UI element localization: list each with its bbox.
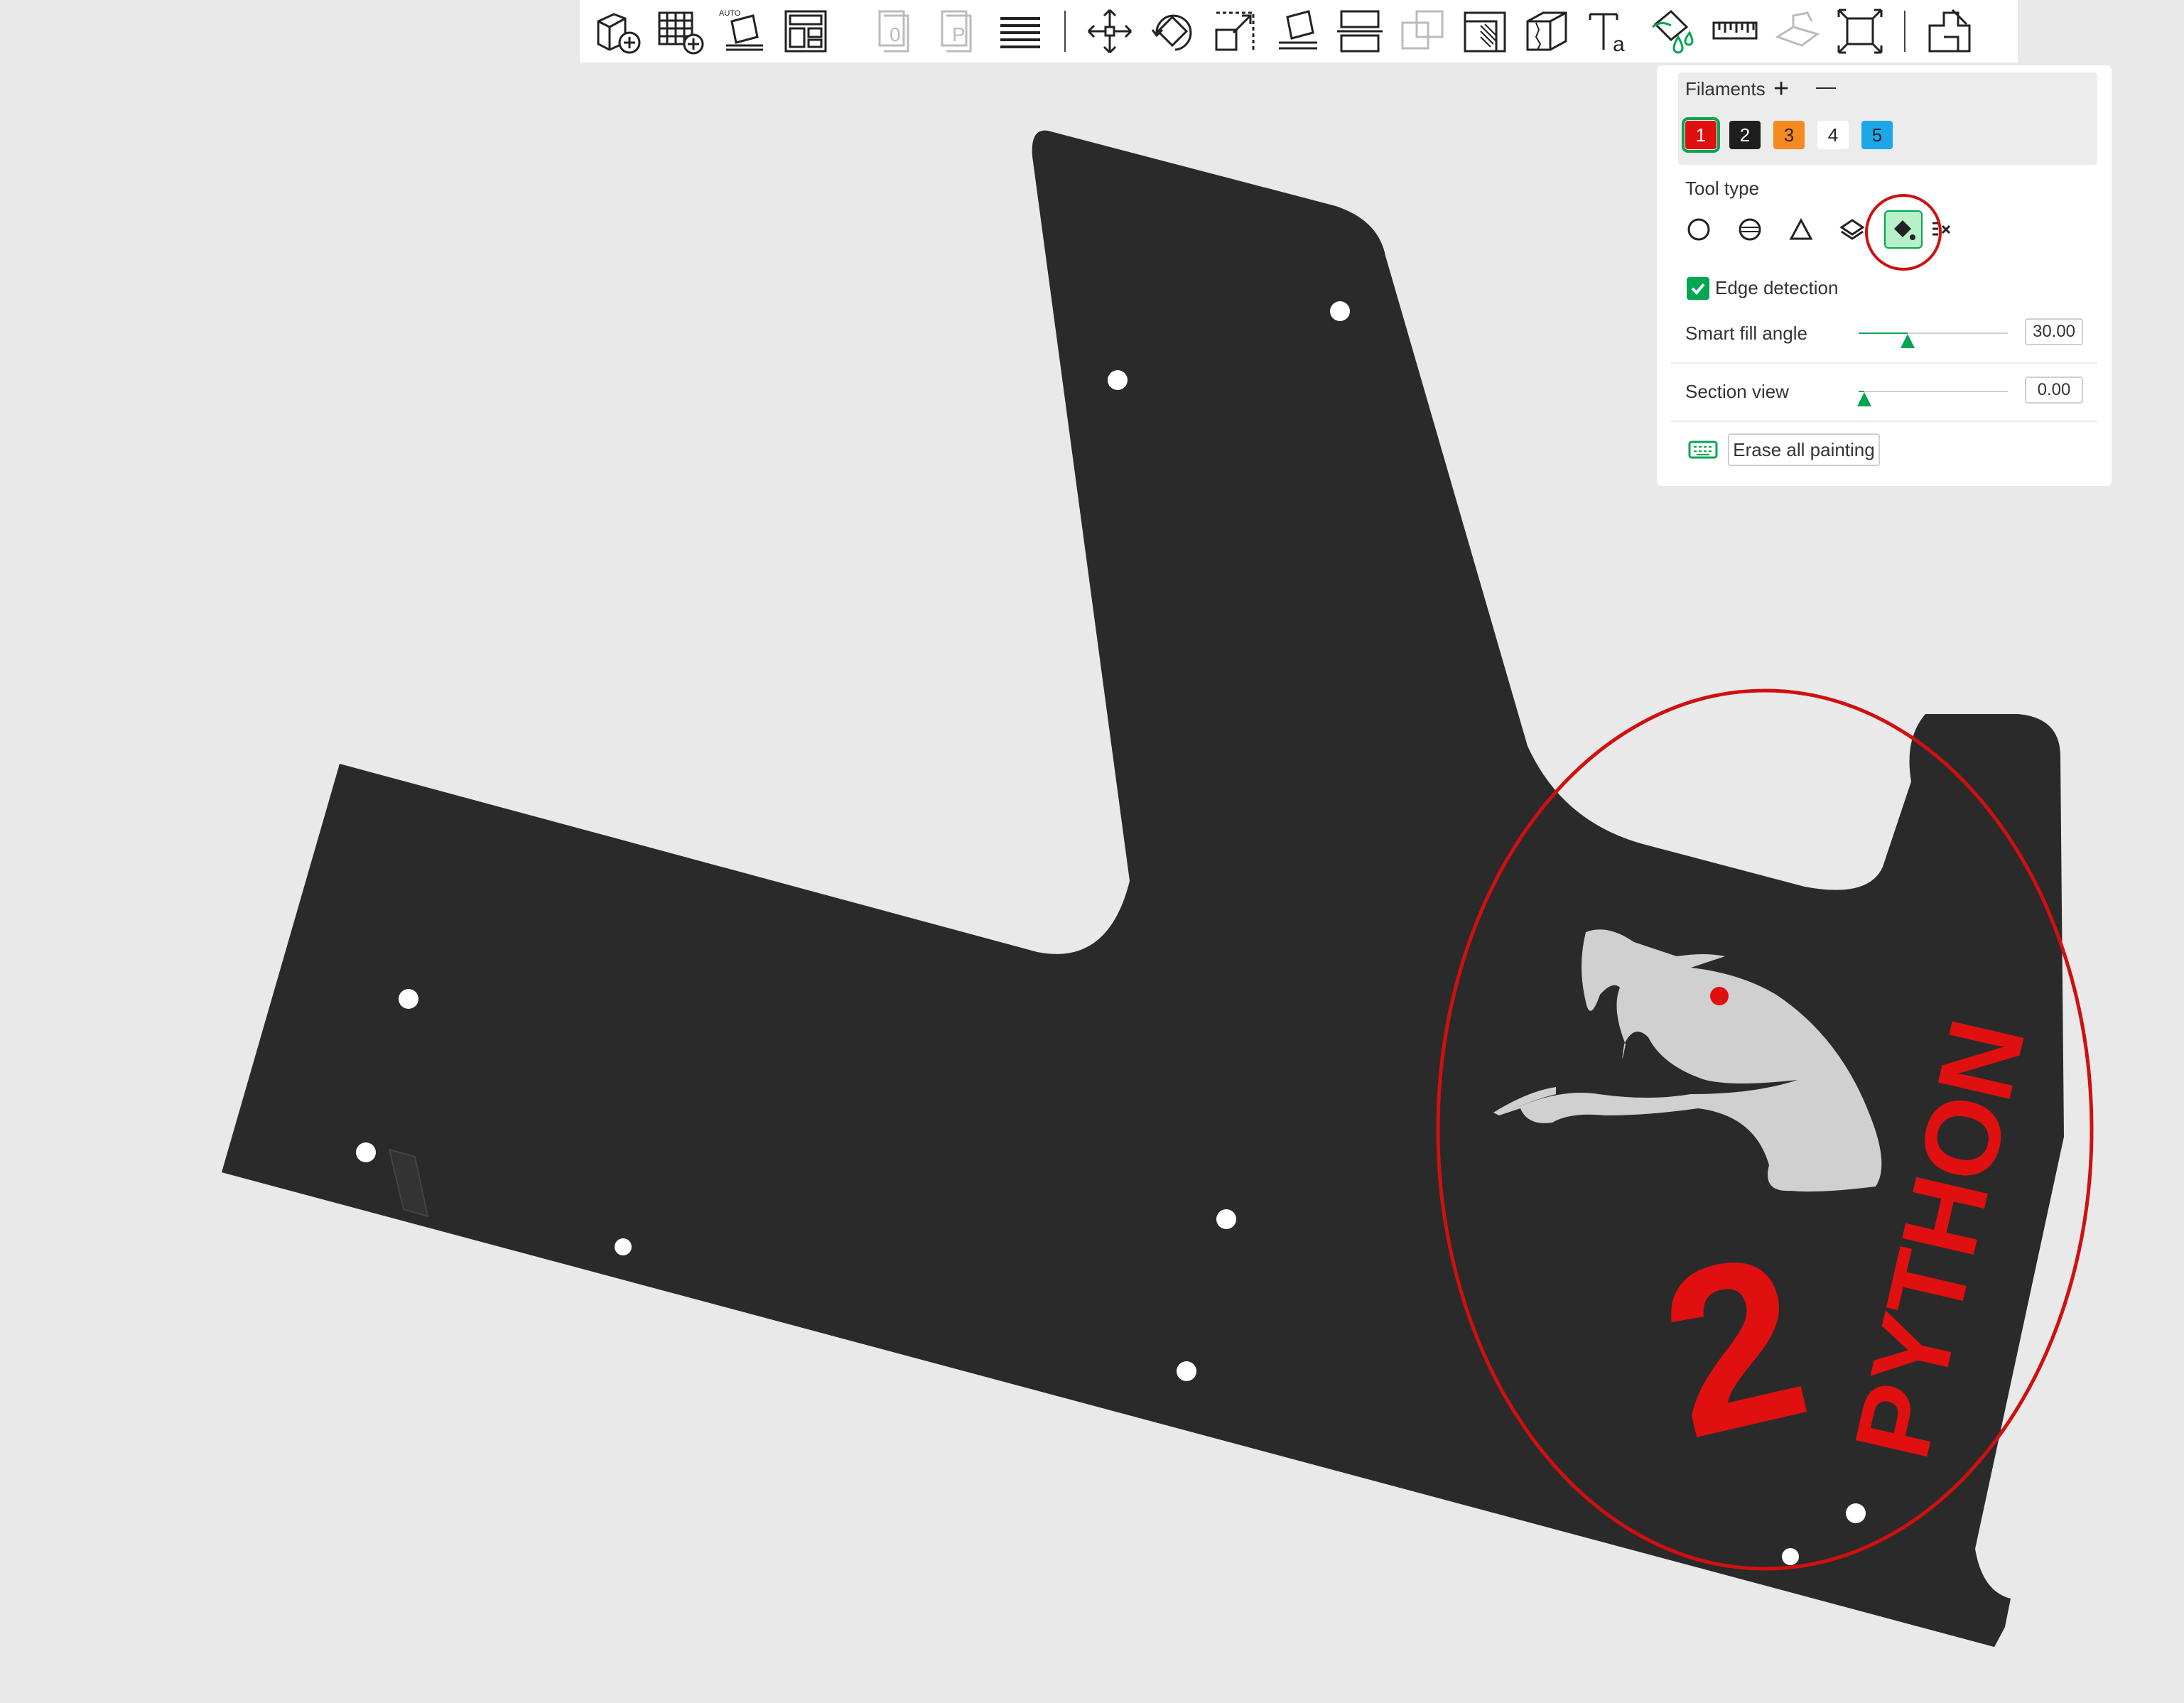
filament-swatch-5[interactable]: 5 bbox=[1861, 121, 1893, 149]
scale-icon[interactable] bbox=[1204, 1, 1266, 61]
assembly-icon[interactable] bbox=[1918, 1, 1981, 61]
section-view-thumb[interactable] bbox=[1857, 392, 1872, 406]
remove-filament-button[interactable]: — bbox=[1816, 75, 1836, 98]
circle-tool-icon[interactable] bbox=[1681, 212, 1717, 247]
measure-icon[interactable] bbox=[1704, 1, 1766, 61]
add-object-icon[interactable] bbox=[587, 1, 649, 61]
tool-type-label: Tool type bbox=[1685, 178, 1760, 199]
fit-view-icon[interactable] bbox=[1829, 1, 1891, 61]
main-toolbar: AUTO 0 P a bbox=[580, 0, 2018, 63]
edge-detection-checkbox[interactable] bbox=[1687, 277, 1709, 300]
divider bbox=[1671, 362, 2097, 364]
triangle-tool-icon[interactable] bbox=[1783, 212, 1819, 247]
cut-icon[interactable] bbox=[1329, 1, 1391, 61]
sphere-tool-icon[interactable] bbox=[1732, 212, 1768, 247]
rotate-icon[interactable] bbox=[1141, 1, 1204, 61]
erase-all-painting-button[interactable]: Erase all painting bbox=[1728, 433, 1880, 466]
svg-text:AUTO: AUTO bbox=[719, 9, 741, 18]
auto-orient-icon[interactable]: AUTO bbox=[712, 1, 774, 61]
section-view-label: Section view bbox=[1685, 381, 1789, 402]
color-painting-panel: Filaments + — 1 2 3 4 5 Tool type Edge d… bbox=[1657, 65, 2112, 486]
svg-text:P: P bbox=[952, 23, 966, 45]
plate-objects-icon[interactable]: 0 bbox=[864, 1, 926, 61]
fill-tool-highlight bbox=[1865, 194, 1942, 271]
seam-painting-icon[interactable] bbox=[1516, 1, 1579, 61]
smart-fill-angle-label: Smart fill angle bbox=[1685, 323, 1807, 344]
filament-swatches: 1 2 3 4 5 bbox=[1682, 117, 1893, 153]
layers-icon[interactable] bbox=[989, 1, 1052, 61]
add-filament-button[interactable]: + bbox=[1773, 74, 1789, 104]
section-view-track[interactable] bbox=[1859, 391, 2008, 392]
divider bbox=[1671, 421, 2097, 422]
color-painting-icon[interactable] bbox=[1641, 1, 1704, 61]
plate-parts-icon[interactable]: P bbox=[926, 1, 989, 61]
emboss-icon[interactable] bbox=[1766, 1, 1829, 61]
svg-text:0: 0 bbox=[890, 23, 901, 45]
add-plate-icon[interactable] bbox=[649, 1, 712, 61]
section-view-input[interactable]: 0.00 bbox=[2025, 377, 2083, 404]
filament-swatch-2[interactable]: 2 bbox=[1729, 121, 1761, 149]
support-painting-icon[interactable] bbox=[1454, 1, 1516, 61]
edge-detection-label: Edge detection bbox=[1715, 277, 1839, 298]
filament-swatch-4[interactable]: 4 bbox=[1817, 121, 1849, 149]
mesh-boolean-icon[interactable] bbox=[1391, 1, 1454, 61]
smart-fill-angle-input[interactable]: 30.00 bbox=[2025, 318, 2083, 345]
filament-swatch-1[interactable]: 1 bbox=[1682, 117, 1720, 153]
text-icon[interactable]: a bbox=[1579, 1, 1641, 61]
arrange-icon[interactable] bbox=[774, 1, 837, 61]
svg-text:a: a bbox=[1613, 33, 1625, 56]
snake-eye bbox=[1710, 987, 1729, 1005]
keyboard-icon[interactable] bbox=[1688, 439, 1718, 460]
move-icon[interactable] bbox=[1079, 1, 1141, 61]
smart-fill-angle-thumb[interactable] bbox=[1901, 334, 1915, 348]
filaments-label: Filaments bbox=[1685, 78, 1766, 99]
lay-on-face-icon[interactable] bbox=[1266, 1, 1329, 61]
filament-swatch-3[interactable]: 3 bbox=[1773, 121, 1805, 149]
